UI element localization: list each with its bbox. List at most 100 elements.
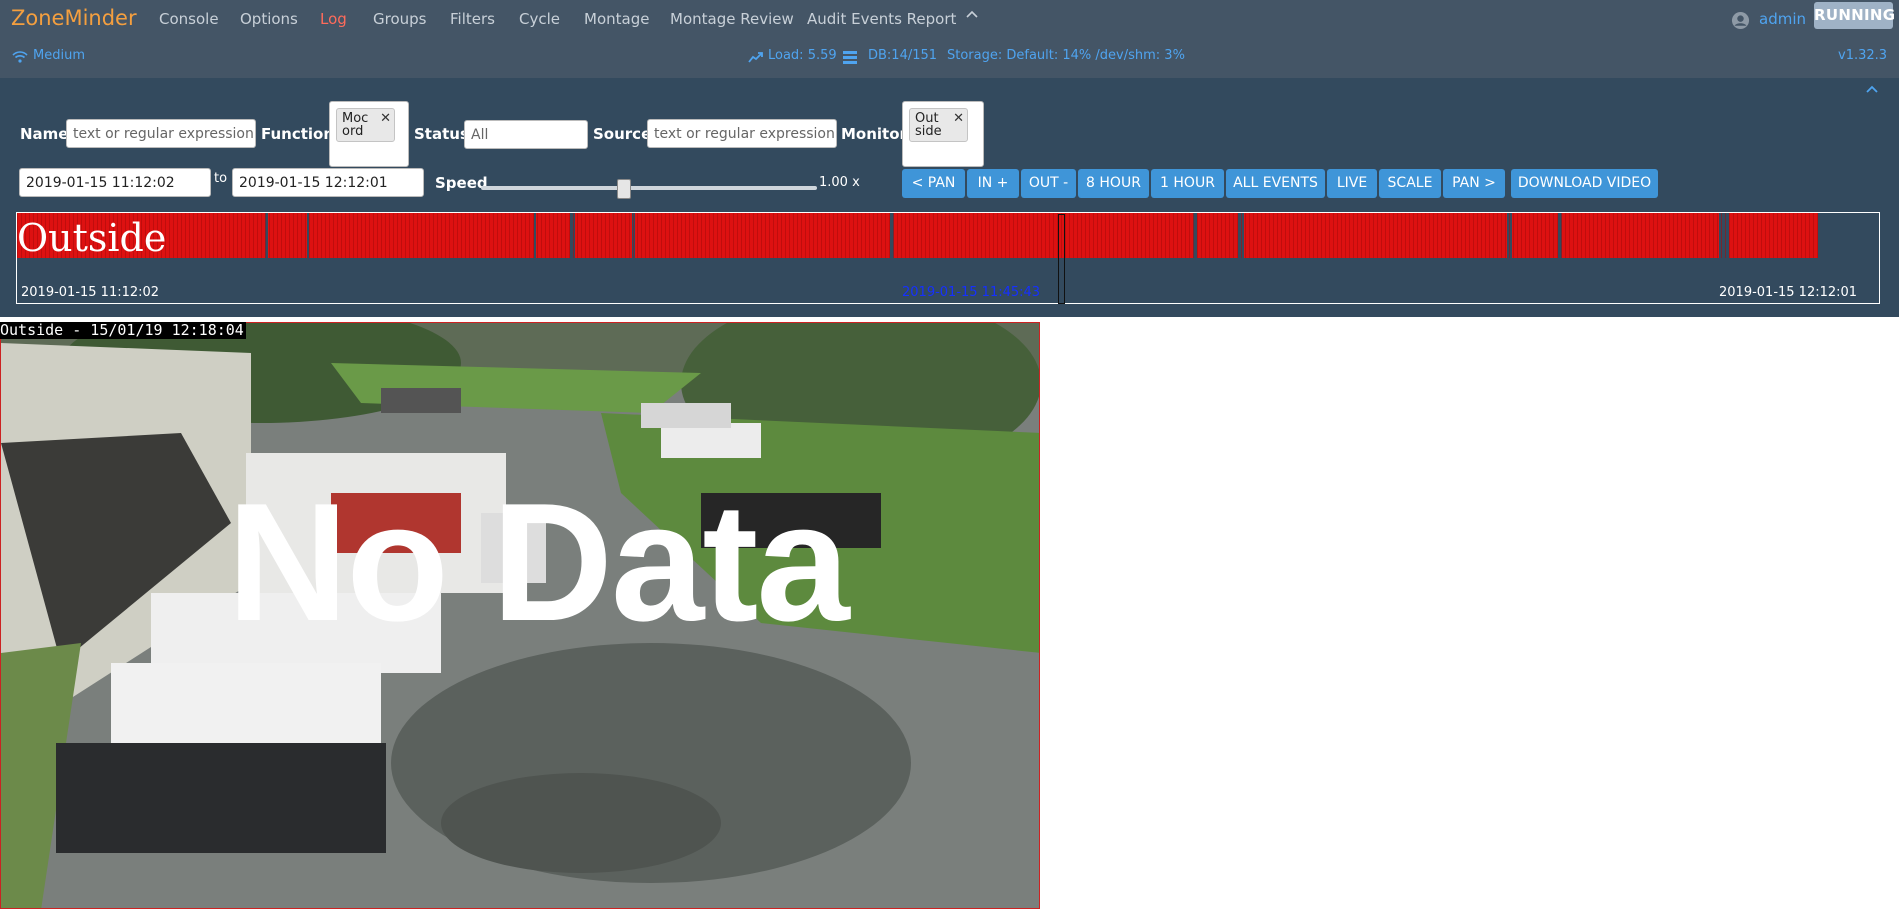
timeline-frame-line — [993, 213, 994, 258]
timeline-frame-line — [229, 213, 230, 258]
zoom-out-button[interactable]: OUT - — [1021, 169, 1076, 198]
all-events-button[interactable]: ALL EVENTS — [1226, 169, 1325, 198]
function-filter-select[interactable]: Mocord ✕ — [329, 101, 409, 167]
timeline-frame-line — [201, 213, 202, 258]
nav-filters[interactable]: Filters — [450, 10, 495, 28]
monitor-chip[interactable]: Outside ✕ — [909, 108, 968, 142]
1-hour-button[interactable]: 1 HOUR — [1151, 169, 1224, 198]
end-time-input[interactable]: 2019-01-15 12:12:01 — [232, 168, 424, 197]
user-link[interactable]: admin — [1759, 10, 1806, 28]
timeline-frame-line — [609, 213, 610, 258]
timeline-frame-line — [509, 213, 510, 258]
timeline-end-time: 2019-01-15 12:12:01 — [1719, 285, 1858, 300]
timeline-frame-line — [933, 213, 934, 258]
timeline-event-block[interactable] — [1244, 213, 1507, 258]
pan-right-button[interactable]: PAN > — [1443, 169, 1505, 198]
timeline-cursor[interactable] — [1058, 214, 1065, 304]
nav-montage-review[interactable]: Montage Review — [670, 10, 794, 28]
function-chip[interactable]: Mocord ✕ — [336, 108, 395, 142]
collapse-icon[interactable] — [1862, 80, 1882, 98]
timeline-frame-line — [393, 213, 394, 258]
nav-console[interactable]: Console — [159, 10, 219, 28]
nav-groups[interactable]: Groups — [373, 10, 426, 28]
start-time-input[interactable]: 2019-01-15 11:12:02 — [19, 168, 211, 197]
timeline-frame-line — [981, 213, 982, 258]
nav-cycle[interactable]: Cycle — [519, 10, 560, 28]
nav-montage[interactable]: Montage — [584, 10, 649, 28]
timeline-event-block[interactable] — [575, 213, 632, 258]
source-filter-input[interactable]: text or regular expression — [647, 119, 837, 148]
timeline-frame-line — [1757, 213, 1758, 258]
timeline-frame-line — [1437, 213, 1438, 258]
timeline-frame-line — [1013, 213, 1014, 258]
timeline-frame-line — [1765, 213, 1766, 258]
timeline-frame-line — [1673, 213, 1674, 258]
nav-options[interactable]: Options — [240, 10, 298, 28]
timeline-frame-line — [1429, 213, 1430, 258]
timeline-frame-line — [1413, 213, 1414, 258]
storage-status: Storage: Default: 14% /dev/shm: 3% — [947, 48, 1185, 63]
timeline-frame-line — [369, 213, 370, 258]
timeline-frame-line — [673, 213, 674, 258]
timeline-frame-line — [1281, 213, 1282, 258]
timeline-frame-line — [701, 213, 702, 258]
timeline-frame-line — [1357, 213, 1358, 258]
timeline-frame-line — [953, 213, 954, 258]
state-button[interactable]: RUNNING — [1814, 2, 1895, 29]
zoom-in-button[interactable]: IN + — [967, 169, 1019, 198]
monitor-label: Monitor — [841, 125, 907, 143]
chevron-up-icon[interactable] — [963, 6, 981, 24]
brand-logo[interactable]: ZoneMinder — [11, 6, 137, 30]
monitor-filter-select[interactable]: Outside ✕ — [902, 101, 984, 167]
speed-slider-handle[interactable] — [617, 179, 631, 199]
bandwidth-link[interactable]: Medium — [33, 48, 85, 63]
timeline-frame-line — [677, 213, 678, 258]
timeline-frame-line — [1377, 213, 1378, 258]
timeline-frame-line — [1385, 213, 1386, 258]
timeline-frame-line — [1117, 213, 1118, 258]
8-hour-button[interactable]: 8 HOUR — [1078, 169, 1149, 198]
timeline-frame-line — [793, 213, 794, 258]
status-filter-input[interactable]: All — [464, 120, 588, 149]
timeline-frame-line — [909, 213, 910, 258]
timeline-frame-line — [1049, 213, 1050, 258]
scale-button[interactable]: SCALE — [1379, 169, 1441, 198]
live-button[interactable]: LIVE — [1327, 169, 1377, 198]
nav-log[interactable]: Log — [320, 10, 347, 28]
timeline-frame-line — [649, 213, 650, 258]
timeline-frame-line — [445, 213, 446, 258]
remove-function-icon[interactable]: ✕ — [380, 112, 391, 125]
timeline-frame-line — [1381, 213, 1382, 258]
timeline-frame-line — [589, 213, 590, 258]
timeline-frame-line — [329, 213, 330, 258]
timeline-frame-line — [1685, 213, 1686, 258]
timeline-frame-line — [1181, 213, 1182, 258]
timeline-frame-line — [273, 213, 274, 258]
timeline-event-bars[interactable] — [17, 213, 1879, 258]
timeline-frame-line — [921, 213, 922, 258]
download-video-button[interactable]: DOWNLOAD VIDEO — [1511, 169, 1658, 198]
timeline-frame-line — [1753, 213, 1754, 258]
timeline-frame-line — [345, 213, 346, 258]
timeline-frame-line — [513, 213, 514, 258]
database-icon — [843, 51, 857, 64]
timeline-frame-line — [365, 213, 366, 258]
speed-slider[interactable] — [481, 186, 817, 190]
timeline-frame-line — [637, 213, 638, 258]
timeline-frame-line — [745, 213, 746, 258]
timeline-frame-line — [841, 213, 842, 258]
timeline-frame-line — [633, 213, 634, 258]
pan-left-button[interactable]: < PAN — [902, 169, 965, 198]
timeline-event-block[interactable] — [894, 213, 1193, 258]
nav-audit-events-report[interactable]: Audit Events Report — [807, 10, 956, 28]
timeline-frame-line — [1417, 213, 1418, 258]
remove-monitor-icon[interactable]: ✕ — [953, 112, 964, 125]
name-filter-input[interactable]: text or regular expression — [66, 119, 256, 148]
timeline-frame-line — [1269, 213, 1270, 258]
timeline-frame-line — [1245, 213, 1246, 258]
timeline-frame-line — [349, 213, 350, 258]
timeline-frame-line — [593, 213, 594, 258]
speed-label: Speed — [435, 174, 488, 192]
timeline-frame-line — [997, 213, 998, 258]
timeline-event-block[interactable] — [1512, 213, 1558, 258]
